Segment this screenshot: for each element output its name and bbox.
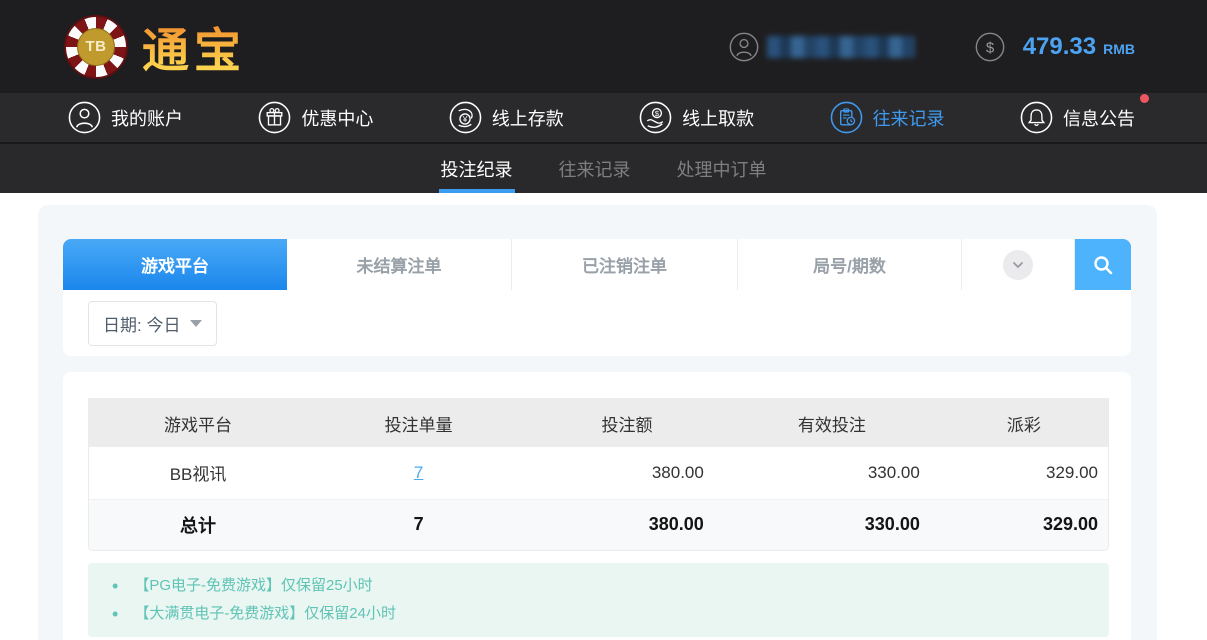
bullet-icon: • [112, 600, 118, 628]
note-text: 【PG电子-免费游戏】仅保留25小时 [134, 572, 372, 600]
profile-icon[interactable] [729, 32, 759, 62]
nav-item-promotions[interactable]: 优惠中心 [258, 101, 373, 134]
nav-label: 往来记录 [873, 105, 945, 131]
top-header: TB 通宝 $ 479.33 RMB [0, 0, 1207, 93]
date-filter-dropdown[interactable]: 日期: 今日 [88, 301, 217, 346]
total-valid-bet: 330.00 [724, 499, 940, 550]
cell-valid-bet: 330.00 [724, 447, 940, 499]
nav-label: 线上存款 [492, 105, 564, 131]
user-area: $ 479.33 RMB [729, 32, 1135, 62]
cell-payout: 329.00 [940, 447, 1108, 499]
records-icon [830, 101, 863, 134]
total-payout: 329.00 [940, 499, 1108, 550]
results-panel: 游戏平台 投注单量 投注额 有效投注 派彩 BB视讯 7 380.00 330.… [63, 372, 1131, 640]
nav-label: 信息公告 [1063, 105, 1135, 131]
cell-bet-amount: 380.00 [530, 447, 724, 499]
balance-display[interactable]: 479.33 RMB [1023, 33, 1135, 61]
date-filter-label: 日期: 今日 [103, 311, 180, 336]
poker-chip-logo-icon: TB [64, 15, 128, 79]
total-bet-count: 7 [307, 499, 530, 550]
search-panel: 游戏平台 未结算注单 已注销注单 局号/期数 日期: 今日 [63, 239, 1131, 356]
withdraw-icon: $ [639, 101, 672, 134]
chevron-down-icon [1011, 258, 1025, 272]
tab-cancelled-bets[interactable]: 已注销注单 [512, 239, 738, 290]
bets-summary-table: 游戏平台 投注单量 投注额 有效投注 派彩 BB视讯 7 380.00 330.… [88, 398, 1109, 551]
logo-badge: TB [77, 28, 115, 66]
column-header-payout: 派彩 [940, 399, 1108, 447]
note-item: • 【大满贯电子-免费游戏】仅保留24小时 [88, 600, 1109, 628]
column-header-platform: 游戏平台 [89, 399, 307, 447]
nav-item-my-account[interactable]: 我的账户 [68, 101, 183, 134]
total-label: 总计 [89, 499, 307, 550]
subnav-item-pending-orders[interactable]: 处理中订单 [675, 144, 769, 193]
bell-icon [1020, 101, 1053, 134]
nav-label: 优惠中心 [301, 105, 373, 131]
search-tabs: 游戏平台 未结算注单 已注销注单 局号/期数 [63, 239, 1131, 290]
nav-item-withdraw[interactable]: $ 线上取款 [639, 101, 754, 134]
retention-notes: • 【PG电子-免费游戏】仅保留25小时 • 【大满贯电子-免费游戏】仅保留24… [88, 563, 1109, 637]
subnav-item-bet-records[interactable]: 投注纪录 [439, 144, 515, 193]
subnav-item-transaction-records[interactable]: 往来记录 [557, 144, 633, 193]
table-row: BB视讯 7 380.00 330.00 329.00 [89, 447, 1108, 499]
notification-dot [1140, 94, 1149, 103]
nav-label: 线上取款 [682, 105, 754, 131]
caret-down-icon [190, 320, 202, 327]
table-total-row: 总计 7 380.00 330.00 329.00 [89, 499, 1108, 550]
expand-options-button[interactable] [962, 239, 1075, 290]
nav-item-transaction-records[interactable]: 往来记录 [830, 101, 945, 134]
tab-unsettled-bets[interactable]: 未结算注单 [287, 239, 512, 290]
gift-icon [258, 101, 291, 134]
site-logo[interactable]: TB 通宝 [64, 12, 246, 81]
column-header-bet-amount: 投注额 [530, 399, 724, 447]
content-card: 游戏平台 未结算注单 已注销注单 局号/期数 日期: 今日 [38, 205, 1157, 640]
tab-round-number[interactable]: 局号/期数 [738, 239, 962, 290]
username-blurred[interactable] [767, 36, 915, 58]
cell-platform: BB视讯 [89, 447, 307, 499]
chevron-circle [1003, 250, 1033, 280]
nav-item-deposit[interactable]: ¥ 线上存款 [449, 101, 564, 134]
total-bet-amount: 380.00 [530, 499, 724, 550]
search-icon [1091, 253, 1115, 277]
svg-text:$: $ [986, 39, 995, 56]
column-header-valid-bet: 有效投注 [724, 399, 940, 447]
dollar-coin-icon: $ [975, 32, 1005, 62]
bullet-icon: • [112, 572, 118, 600]
site-title: 通宝 [142, 12, 246, 81]
balance-currency: RMB [1103, 41, 1135, 57]
bet-count-link[interactable]: 7 [414, 463, 423, 482]
svg-text:$: $ [655, 109, 660, 118]
svg-text:¥: ¥ [461, 115, 467, 124]
column-header-bet-count: 投注单量 [307, 399, 530, 447]
search-button[interactable] [1075, 239, 1131, 290]
nav-item-announcements[interactable]: 信息公告 [1020, 101, 1135, 134]
sub-nav: 投注纪录 往来记录 处理中订单 [0, 142, 1207, 193]
nav-label: 我的账户 [111, 105, 183, 131]
user-icon [68, 101, 101, 134]
date-filter-row: 日期: 今日 [63, 290, 1131, 356]
note-text: 【大满贯电子-免费游戏】仅保留24小时 [134, 600, 396, 628]
note-item: • 【PG电子-免费游戏】仅保留25小时 [88, 572, 1109, 600]
deposit-icon: ¥ [449, 101, 482, 134]
table-header: 游戏平台 投注单量 投注额 有效投注 派彩 [89, 399, 1108, 447]
balance-amount: 479.33 [1023, 33, 1096, 61]
main-nav: 我的账户 优惠中心 ¥ 线上存款 $ 线上取款 [0, 93, 1207, 142]
tab-game-platform[interactable]: 游戏平台 [63, 239, 287, 290]
